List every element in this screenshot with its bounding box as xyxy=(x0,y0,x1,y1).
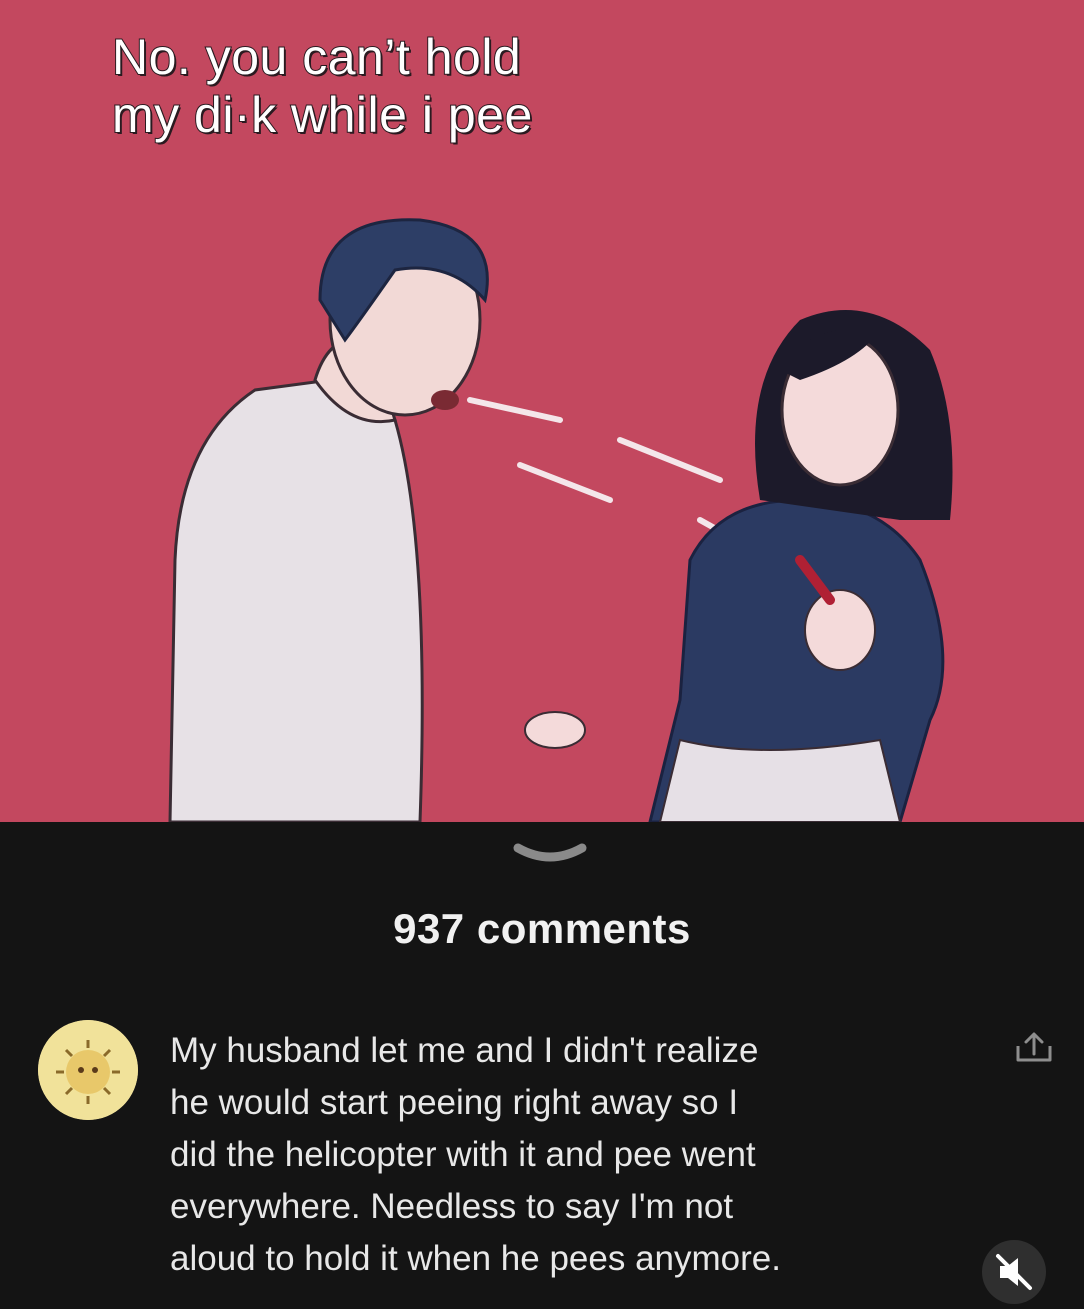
mute-button[interactable] xyxy=(982,1240,1046,1304)
chevron-down-icon[interactable] xyxy=(510,838,590,878)
meme-image: No. you can’t hold my di·k while i pee xyxy=(0,0,1084,822)
user-avatar-icon[interactable] xyxy=(38,1020,138,1120)
caption-line-2: my di·k while i pee xyxy=(111,86,533,144)
caption-line-1: No. you can’t hold xyxy=(111,28,522,86)
comment-text: My husband let me and I didn't realize h… xyxy=(170,1031,781,1278)
share-icon[interactable] xyxy=(1012,1030,1056,1066)
comments-count: 937 comments xyxy=(393,905,691,952)
meme-caption: No. you can’t hold my di·k while i pee xyxy=(111,28,732,144)
mute-icon xyxy=(996,1254,1032,1290)
